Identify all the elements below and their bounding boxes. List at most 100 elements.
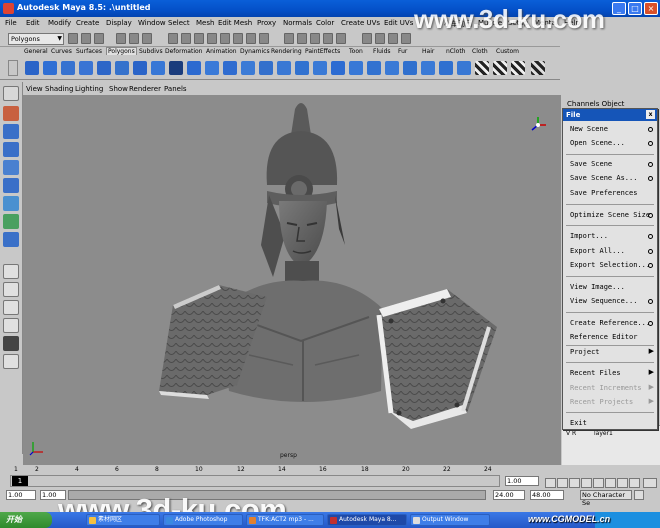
time-slider[interactable]: 1 2 4 6 8 10 12 14 16 18 20 22 24 1 xyxy=(0,466,500,488)
menu-proxy[interactable]: Proxy xyxy=(257,19,276,27)
menu-create-uvs[interactable]: Create UVs xyxy=(341,19,380,27)
shelf-tab-surfaces[interactable]: Surfaces xyxy=(76,48,102,55)
shelf-tab-custom[interactable]: Custom xyxy=(496,48,519,55)
extrude-icon[interactable] xyxy=(259,61,273,75)
poly-plane-icon[interactable] xyxy=(97,61,111,75)
automatic-map-icon[interactable] xyxy=(531,61,545,75)
uv-checker-icon[interactable] xyxy=(475,61,489,75)
menu-color[interactable]: Color xyxy=(316,19,334,27)
maximize-button[interactable]: □ xyxy=(628,2,642,15)
file-menu-item-export-all[interactable]: Export All... xyxy=(570,247,625,255)
snap-curve-icon[interactable] xyxy=(297,33,307,44)
file-menu-item-import[interactable]: Import... xyxy=(570,232,608,240)
soft-mod-icon[interactable] xyxy=(3,214,19,229)
separate-icon[interactable] xyxy=(205,61,219,75)
step-forward-icon[interactable] xyxy=(617,478,628,488)
taskbar-item[interactable]: 素材网区 xyxy=(86,514,160,526)
panel-menu-shading[interactable]: Shading xyxy=(45,85,73,93)
view-axis-gizmo-icon[interactable] xyxy=(528,115,548,135)
render-globals-icon[interactable] xyxy=(401,33,411,44)
combine-icon[interactable] xyxy=(187,61,201,75)
file-menu-item-export-selection[interactable]: Export Selection... xyxy=(570,261,650,269)
mask-handle-icon[interactable] xyxy=(168,33,178,44)
file-menu-item-project[interactable]: Project xyxy=(570,348,600,356)
shelf-tab-hair[interactable]: Hair xyxy=(422,48,434,55)
shelf-tab-fur[interactable]: Fur xyxy=(398,48,407,55)
shelf-tab-subdivs[interactable]: Subdivs xyxy=(139,48,163,55)
panel-menu-renderer[interactable]: Renderer xyxy=(129,85,161,93)
panel-menu-panels[interactable]: Panels xyxy=(164,85,187,93)
option-box-icon[interactable] xyxy=(648,176,653,181)
perspective-viewport[interactable]: persp xyxy=(23,95,561,465)
snap-live-icon[interactable] xyxy=(336,33,346,44)
menu-edit-mesh[interactable]: Edit Mesh xyxy=(218,19,252,27)
warrior-bust-model[interactable] xyxy=(23,95,561,465)
step-back-icon[interactable] xyxy=(557,478,568,488)
play-forwards-icon[interactable] xyxy=(593,478,604,488)
select-object-icon[interactable] xyxy=(129,33,139,44)
move-tool-icon[interactable] xyxy=(3,142,19,157)
lasso-tool-icon[interactable] xyxy=(3,106,19,121)
step-back-key-icon[interactable] xyxy=(569,478,580,488)
playback-end-field[interactable]: 24.00 xyxy=(493,490,525,500)
menu-modify[interactable]: Modify xyxy=(48,19,71,27)
menu-create[interactable]: Create xyxy=(76,19,99,27)
merge-icon[interactable] xyxy=(349,61,363,75)
start-button[interactable]: 开始 xyxy=(0,512,52,528)
insert-edge-loop-icon[interactable] xyxy=(331,61,345,75)
select-hierarchy-icon[interactable] xyxy=(116,33,126,44)
persp-graph-layout-icon[interactable] xyxy=(3,318,19,333)
select-component-icon[interactable] xyxy=(142,33,152,44)
anim-end-field[interactable]: 48.00 xyxy=(530,490,564,500)
poke-icon[interactable] xyxy=(403,61,417,75)
panel-menu-lighting[interactable]: Lighting xyxy=(75,85,103,93)
option-box-icon[interactable] xyxy=(648,299,653,304)
panel-menu-show[interactable]: Show xyxy=(109,85,128,93)
snap-grid-icon[interactable] xyxy=(284,33,294,44)
shelf-tab-dynamics[interactable]: Dynamics xyxy=(240,48,270,55)
menu-file[interactable]: File xyxy=(5,19,17,27)
extract-icon[interactable] xyxy=(439,61,453,75)
boolean-icon[interactable] xyxy=(223,61,237,75)
rotate-tool-icon[interactable] xyxy=(3,160,19,175)
close-button[interactable]: × xyxy=(644,2,658,15)
shelf-tab-general[interactable]: General xyxy=(24,48,48,55)
mask-curve-icon[interactable] xyxy=(194,33,204,44)
shelf-tab-animation[interactable]: Animation xyxy=(206,48,237,55)
current-time-field[interactable]: 1.00 xyxy=(505,476,539,486)
scale-tool-icon[interactable] xyxy=(3,178,19,193)
hypershade-layout-icon[interactable] xyxy=(3,336,19,351)
poly-pyramid-icon[interactable] xyxy=(151,61,165,75)
file-menu-item-exit[interactable]: Exit xyxy=(570,419,587,427)
poly-cone-icon[interactable] xyxy=(79,61,93,75)
key-icon[interactable] xyxy=(634,490,644,500)
ipr-render-icon[interactable] xyxy=(388,33,398,44)
manipulator-tool-icon[interactable] xyxy=(3,196,19,211)
maya-app-icon[interactable] xyxy=(3,3,14,14)
snap-point-icon[interactable] xyxy=(310,33,320,44)
shelf-tab-rendering[interactable]: Rendering xyxy=(271,48,302,55)
poly-sphere-icon[interactable] xyxy=(25,61,39,75)
file-menu-item-save-scene-as[interactable]: Save Scene As... xyxy=(570,174,637,182)
menu-mesh[interactable]: Mesh xyxy=(196,19,214,27)
time-slider-track[interactable] xyxy=(10,475,500,487)
render-frame-icon[interactable] xyxy=(375,33,385,44)
shelf-tab-deformation[interactable]: Deformation xyxy=(165,48,202,55)
menu-window[interactable]: Window xyxy=(138,19,166,27)
append-icon[interactable] xyxy=(295,61,309,75)
shelf-tab-cloth[interactable]: Cloth xyxy=(472,48,488,55)
file-menu-item-new-scene[interactable]: New Scene xyxy=(570,125,608,133)
poly-pipe-icon[interactable] xyxy=(169,61,183,75)
menu-normals[interactable]: Normals xyxy=(283,19,312,27)
mask-deform-icon[interactable] xyxy=(220,33,230,44)
taskbar-item[interactable]: Adobe Photoshop xyxy=(163,514,243,526)
file-menu-item-save-preferences[interactable]: Save Preferences xyxy=(570,189,637,197)
mask-dynamic-icon[interactable] xyxy=(233,33,243,44)
shelf-tab-curves[interactable]: Curves xyxy=(51,48,72,55)
animation-prefs-icon[interactable] xyxy=(643,478,657,488)
menu-set-select[interactable]: Polygons ▼ xyxy=(8,33,64,45)
file-menu-item-create-reference[interactable]: Create Reference... xyxy=(570,319,650,327)
new-scene-icon[interactable] xyxy=(68,33,78,44)
menu-select[interactable]: Select xyxy=(168,19,190,27)
poly-cylinder-icon[interactable] xyxy=(61,61,75,75)
